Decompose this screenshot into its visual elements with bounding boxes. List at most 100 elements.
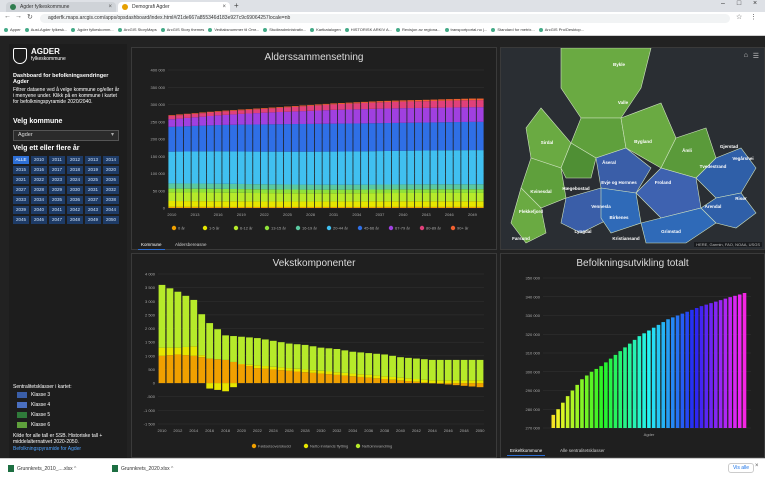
bookmark-item[interactable]: transportportal.no |... xyxy=(445,25,488,35)
age-bar-segment xyxy=(376,109,383,123)
kommune-select[interactable]: Agder ▾ xyxy=(13,130,119,141)
age-bar-segment xyxy=(292,107,299,112)
tab-agder-fylkeskommune[interactable]: Agder fylkeskommune × xyxy=(6,2,116,12)
bookmark-item[interactable]: Apper xyxy=(4,25,21,35)
pyramid-link[interactable]: Befolkningspyramide for Agder xyxy=(13,446,81,452)
reload-icon[interactable]: ↻ xyxy=(27,13,33,21)
legend-swatch xyxy=(17,392,27,398)
year-button-2025[interactable]: 2025 xyxy=(85,176,101,184)
legend-marker xyxy=(304,444,308,448)
year-button-2036[interactable]: 2036 xyxy=(67,196,83,204)
year-button-2045[interactable]: 2045 xyxy=(13,216,29,224)
year-button-2033[interactable]: 2033 xyxy=(13,196,29,204)
home-icon[interactable]: ⌂ xyxy=(744,52,748,59)
year-button-2042[interactable]: 2042 xyxy=(67,206,83,214)
menu-dots-icon[interactable]: ⋮ xyxy=(750,13,757,21)
year-button-2034[interactable]: 2034 xyxy=(31,196,47,204)
y-tick-label: 400 000 xyxy=(151,68,166,73)
close-window-icon[interactable]: × xyxy=(748,0,762,7)
legend-label: 6-12 år xyxy=(240,226,253,231)
back-icon[interactable]: ← xyxy=(4,13,11,20)
new-tab-plus-icon[interactable]: + xyxy=(234,1,239,10)
kommune-map[interactable]: BykleValleByglandÅmliSirdalÅseralEvje og… xyxy=(501,48,765,250)
year-button-2048[interactable]: 2048 xyxy=(67,216,83,224)
year-button-2038[interactable]: 2038 xyxy=(103,196,119,204)
age-bar-segment xyxy=(454,201,461,207)
age-bar-segment xyxy=(269,189,276,193)
year-button-2018[interactable]: 2018 xyxy=(67,166,83,174)
year-button-2022[interactable]: 2022 xyxy=(31,176,47,184)
maximize-icon[interactable]: □ xyxy=(732,0,746,7)
year-button-2050[interactable]: 2050 xyxy=(103,216,119,224)
year-button-alle[interactable]: ALLE xyxy=(13,156,29,164)
population-bar xyxy=(561,403,565,428)
year-button-2035[interactable]: 2035 xyxy=(49,196,65,204)
growth-bar-segment xyxy=(349,352,356,374)
bookmark-item[interactable]: ArcGIS StoryMaps xyxy=(118,25,157,35)
year-button-2026[interactable]: 2026 xyxy=(103,176,119,184)
age-bar-segment xyxy=(461,201,468,207)
bookmark-item[interactable]: ArcGIS Story themes xyxy=(161,25,205,35)
year-button-2015[interactable]: 2015 xyxy=(13,166,29,174)
year-button-2044[interactable]: 2044 xyxy=(103,206,119,214)
year-button-2047[interactable]: 2047 xyxy=(49,216,65,224)
year-button-2041[interactable]: 2041 xyxy=(49,206,65,214)
year-button-2029[interactable]: 2029 xyxy=(49,186,65,194)
star-icon[interactable]: ☆ xyxy=(736,13,742,21)
close-tab-icon[interactable]: × xyxy=(108,2,112,12)
forward-icon[interactable]: → xyxy=(15,13,22,20)
download-item[interactable]: Grunnkrets_2010_....xlsx ^ xyxy=(8,465,76,472)
year-button-2032[interactable]: 2032 xyxy=(103,186,119,194)
year-button-2011[interactable]: 2011 xyxy=(49,156,65,164)
x-tick-label: 2048 xyxy=(460,428,470,433)
year-button-2024[interactable]: 2024 xyxy=(67,176,83,184)
close-shelf-icon[interactable]: × xyxy=(755,463,759,469)
year-button-2023[interactable]: 2023 xyxy=(49,176,65,184)
age-bar-segment xyxy=(430,201,437,207)
legend-label: 20-44 år xyxy=(333,226,349,231)
legend-marker xyxy=(358,226,362,230)
bookmark-item[interactable]: Revisjon av regiona... xyxy=(396,25,440,35)
year-button-2021[interactable]: 2021 xyxy=(13,176,29,184)
year-button-2028[interactable]: 2028 xyxy=(31,186,47,194)
year-button-2012[interactable]: 2012 xyxy=(67,156,83,164)
tab-enkeltkommune[interactable]: Enkeltkommune xyxy=(507,447,545,456)
year-button-2037[interactable]: 2037 xyxy=(85,196,101,204)
year-button-2013[interactable]: 2013 xyxy=(85,156,101,164)
year-button-2049[interactable]: 2049 xyxy=(85,216,101,224)
tab-kommune[interactable]: Kommune xyxy=(138,241,165,250)
year-button-2027[interactable]: 2027 xyxy=(13,186,29,194)
show-all-button[interactable]: Vis alle xyxy=(728,463,754,473)
year-button-2016[interactable]: 2016 xyxy=(31,166,47,174)
growth-bar-segment xyxy=(294,369,301,372)
url-input[interactable]: agderfk.maps.arcgis.com/apps/opsdashboar… xyxy=(40,14,730,23)
tab-aldersbereasne[interactable]: Aldersbereasne xyxy=(172,241,210,249)
bookmark-item[interactable]: Agder fylkeskomm... xyxy=(71,25,113,35)
year-button-2046[interactable]: 2046 xyxy=(31,216,47,224)
bookmark-label: HISTORISK ARKIV A... xyxy=(351,27,392,32)
tab-alle-sentralitetsklasser[interactable]: Alle sentralitetsklasser xyxy=(557,447,608,455)
year-button-2039[interactable]: 2039 xyxy=(13,206,29,214)
bookmark-item[interactable]: ArcGIS Pro/Desktop... xyxy=(539,25,584,35)
layers-icon[interactable]: ☰ xyxy=(753,52,759,60)
year-button-2040[interactable]: 2040 xyxy=(31,206,47,214)
minimize-icon[interactable]: – xyxy=(716,0,730,7)
bookmark-item[interactable]: Aust-Agder fylkesk... xyxy=(25,25,68,35)
bookmark-item[interactable]: Studieadministrativ... xyxy=(263,25,306,35)
year-button-2019[interactable]: 2019 xyxy=(85,166,101,174)
bookmark-item[interactable]: HISTORISK ARKIV A... xyxy=(345,25,392,35)
year-button-2010[interactable]: 2010 xyxy=(31,156,47,164)
bookmark-item[interactable]: Kartkatalogen xyxy=(310,25,341,35)
year-button-2031[interactable]: 2031 xyxy=(85,186,101,194)
growth-bar-segment xyxy=(477,380,484,383)
year-button-2030[interactable]: 2030 xyxy=(67,186,83,194)
year-button-2043[interactable]: 2043 xyxy=(85,206,101,214)
year-button-2020[interactable]: 2020 xyxy=(103,166,119,174)
bookmark-item[interactable]: Vedtaksnummer til Omr... xyxy=(208,25,259,35)
bookmark-item[interactable]: Standard for metrix... xyxy=(491,25,534,35)
tab-demografi-agder[interactable]: Demografi Agder × xyxy=(118,2,230,12)
close-tab-icon[interactable]: × xyxy=(222,2,226,12)
year-button-2014[interactable]: 2014 xyxy=(103,156,119,164)
year-button-2017[interactable]: 2017 xyxy=(49,166,65,174)
download-item[interactable]: Grunnkrets_2020.xlsx ^ xyxy=(112,465,173,472)
